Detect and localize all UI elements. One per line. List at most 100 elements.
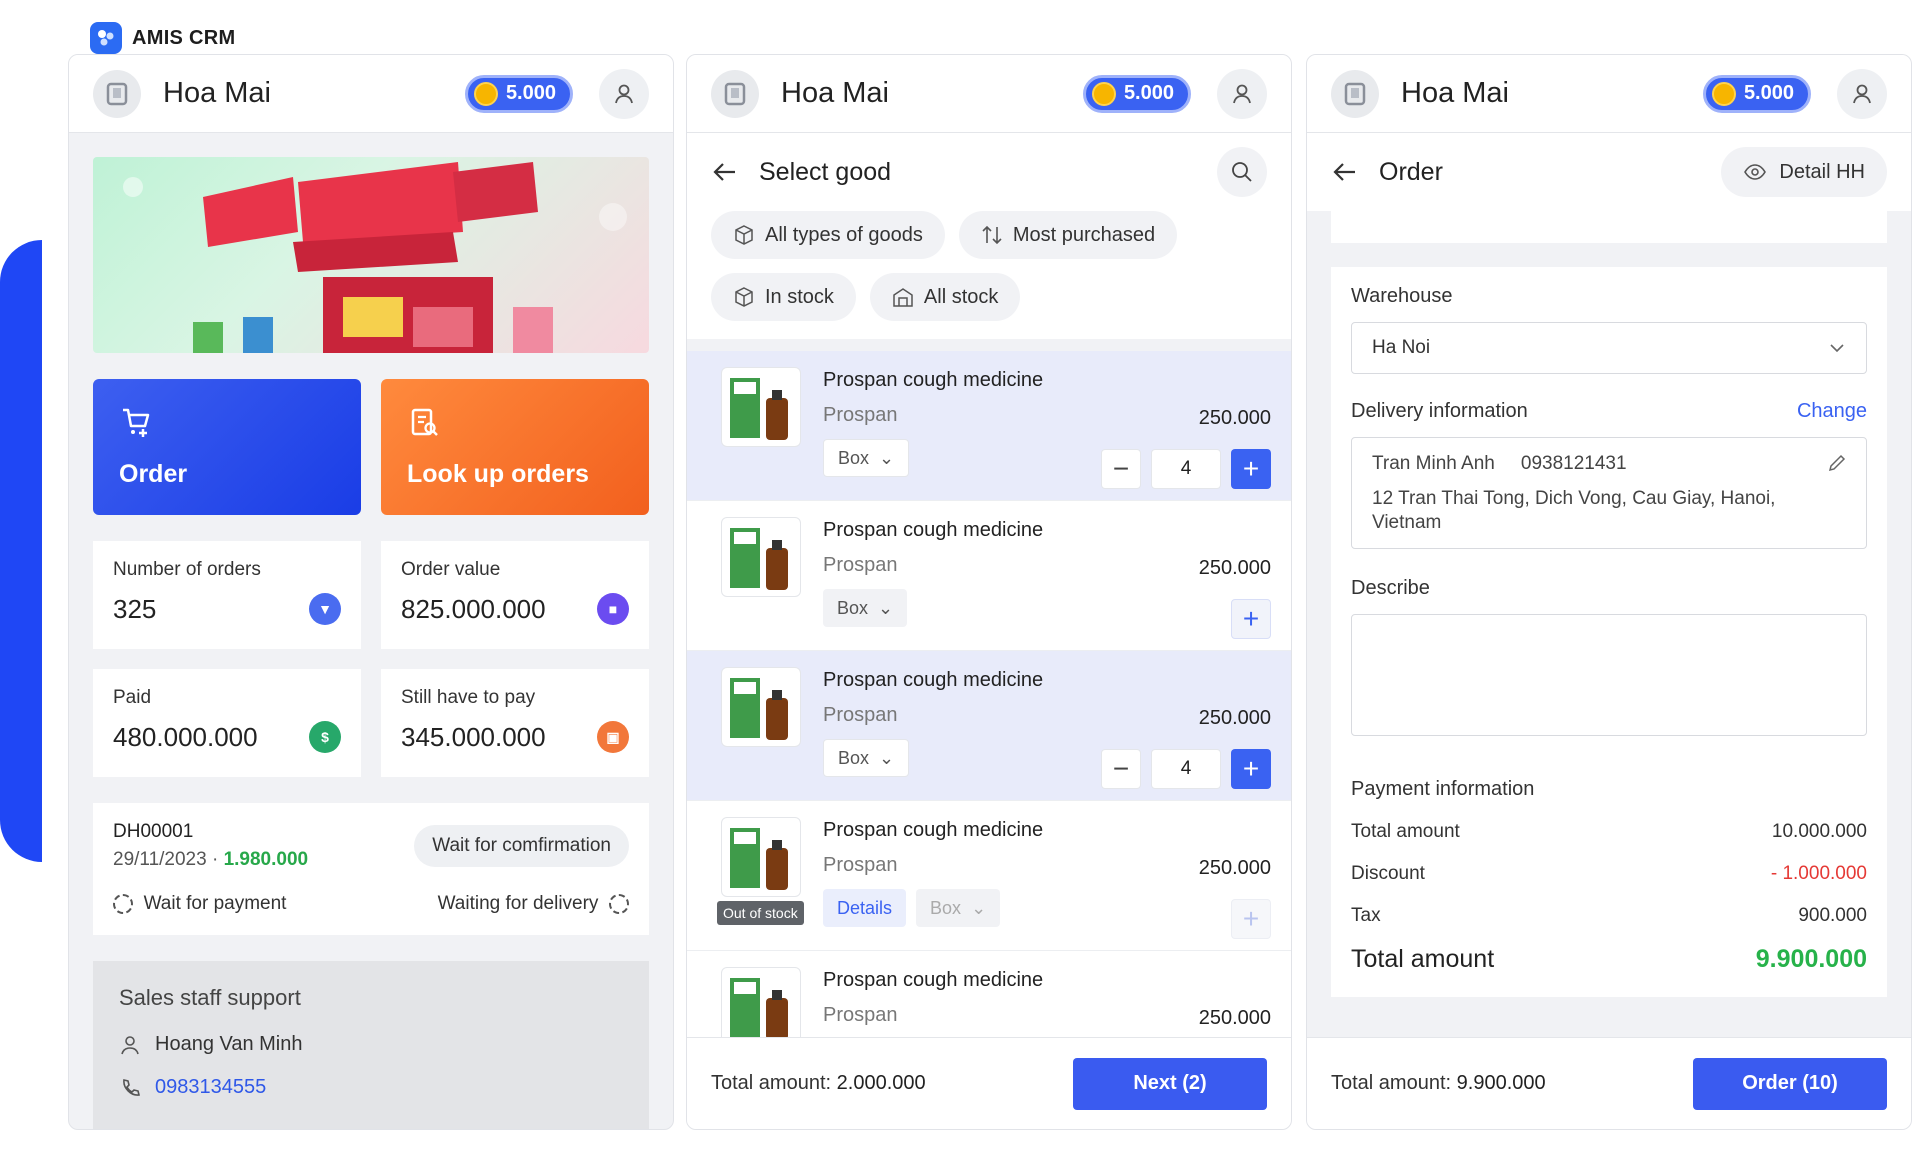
row-label: Total amount — [1351, 821, 1460, 842]
user-profile-button[interactable] — [599, 68, 649, 119]
filter-label: Most purchased — [1012, 223, 1156, 246]
delivery-label: Delivery information — [1351, 400, 1528, 422]
product-price: 250.000 — [1198, 1007, 1271, 1029]
coin-balance: 5.000 — [1123, 82, 1174, 104]
dollar-icon: $ — [309, 721, 341, 753]
chevron-down-icon: ▼ — [309, 593, 341, 625]
back-arrow-icon[interactable] — [1331, 158, 1359, 186]
select-good-footer: Total amount: 2.000.000 Next (2) — [687, 1037, 1291, 1129]
filter-stock-status[interactable]: In stock — [711, 273, 856, 321]
payment-status-icon — [113, 893, 133, 914]
delivery-address: 12 Tran Thai Tong, Dich Vong, Cau Giay, … — [1372, 487, 1776, 534]
coin-balance-badge[interactable]: 5.000 — [1702, 74, 1811, 113]
coin-icon — [1091, 81, 1116, 106]
row-value: 10.000.000 — [1771, 821, 1867, 842]
amis-logo-icon — [90, 22, 122, 54]
increase-button[interactable]: + — [1231, 749, 1271, 789]
stat-number-of-orders[interactable]: Number of orders 325 ▼ — [93, 541, 361, 649]
unit-label: Box — [930, 897, 962, 918]
stat-still-have-to-pay[interactable]: Still have to pay 345.000.000 ▣ — [381, 669, 649, 777]
quantity-input[interactable]: 4 — [1151, 449, 1221, 489]
warehouse-label: Warehouse — [1351, 285, 1453, 307]
shop-name: Hoa Mai — [163, 77, 271, 109]
product-list: Prospan cough medicine Prospan 250.000 B… — [687, 351, 1291, 1101]
user-profile-button[interactable] — [1837, 68, 1887, 119]
user-profile-button[interactable] — [1217, 68, 1267, 119]
product-item[interactable]: Prospan cough medicine Prospan 250.000 B… — [687, 651, 1291, 801]
stats-grid: Number of orders 325 ▼ Order value 825.00… — [93, 541, 649, 777]
coin-icon — [1711, 81, 1736, 106]
delivery-address-box[interactable]: Tran Minh Anh 0938121431 12 Tran Thai Ton… — [1351, 437, 1867, 549]
look-up-orders-tile[interactable]: Look up orders — [381, 379, 649, 515]
detail-hh-button[interactable]: Detail HH — [1721, 147, 1887, 197]
coin-balance-badge[interactable]: 5.000 — [1082, 74, 1191, 113]
decrease-button[interactable]: − — [1101, 449, 1141, 489]
order-form: Warehouse Ha Noi Delivery information Ch… — [1331, 267, 1887, 997]
unit-select[interactable]: Box ⌄ — [823, 439, 910, 477]
chevron-down-icon: ⌄ — [879, 447, 895, 468]
quantity-stepper: − 4 + — [1101, 449, 1271, 489]
product-image — [721, 517, 801, 597]
search-button[interactable] — [1217, 147, 1267, 197]
change-delivery-link[interactable]: Change — [1797, 400, 1867, 423]
recipient-phone: 0938121431 — [1520, 453, 1627, 474]
page-title: Order — [1379, 157, 1443, 186]
filter-warehouse[interactable]: All stock — [869, 273, 1021, 321]
support-title: Sales staff support — [119, 985, 301, 1010]
stat-order-value[interactable]: Order value 825.000.000 ■ — [381, 541, 649, 649]
user-icon — [1853, 84, 1871, 103]
coin-icon — [473, 81, 498, 106]
place-order-button[interactable]: Order (10) — [1693, 1057, 1887, 1110]
product-item[interactable]: Prospan cough medicine Prospan 250.000 B… — [687, 351, 1291, 501]
divider-strip — [1331, 211, 1887, 243]
support-phone-link[interactable]: 0983134555 — [155, 1076, 266, 1099]
details-button[interactable]: Details — [823, 889, 907, 927]
add-button[interactable]: + — [1231, 599, 1271, 639]
promo-banner[interactable] — [93, 157, 649, 353]
chevron-down-icon: ⌄ — [879, 747, 895, 768]
back-arrow-icon[interactable] — [711, 158, 739, 186]
product-image — [721, 667, 801, 747]
grand-total-row: Total amount 9.900.000 — [1351, 945, 1867, 974]
unit-label: Box — [838, 747, 870, 768]
product-price: 250.000 — [1198, 857, 1271, 879]
total-label: Total amount: — [1331, 1072, 1452, 1094]
recent-order-card[interactable]: DH00001 29/11/2023 · 1.980.000 Wait for … — [93, 803, 649, 935]
row-label: Tax — [1351, 905, 1381, 926]
cart-add-icon — [123, 408, 150, 437]
app-header: Hoa Mai 5.000 — [687, 55, 1291, 133]
increase-button[interactable]: + — [1231, 449, 1271, 489]
warehouse-select[interactable]: Ha Noi — [1351, 322, 1867, 374]
total-label: Total amount: — [711, 1072, 832, 1094]
page-title: Select good — [759, 157, 892, 186]
app-header: Hoa Mai 5.000 — [69, 55, 673, 133]
order-tile[interactable]: Order — [93, 379, 361, 515]
pencil-icon[interactable] — [1826, 452, 1848, 474]
order-footer: Total amount: 9.900.000 Order (10) — [1307, 1037, 1911, 1129]
promo-banner-image — [123, 162, 627, 353]
filter-sort[interactable]: Most purchased — [958, 211, 1178, 259]
chevron-down-icon: ⌄ — [971, 897, 987, 918]
next-button[interactable]: Next (2) — [1073, 1057, 1267, 1110]
order-status-badge: Wait for comfirmation — [414, 825, 629, 867]
delivery-status-icon — [609, 893, 629, 914]
stat-paid[interactable]: Paid 480.000.000 $ — [93, 669, 361, 777]
unit-select[interactable]: Box ⌄ — [823, 589, 908, 627]
unit-select[interactable]: Box ⌄ — [823, 739, 910, 777]
quantity-input[interactable]: 4 — [1151, 749, 1221, 789]
product-item[interactable]: Prospan cough medicine Prospan 250.000 B… — [687, 501, 1291, 651]
product-item-out-of-stock[interactable]: Out of stock Prospan cough medicine Pros… — [687, 801, 1291, 951]
order-date: 29/11/2023 — [113, 849, 207, 870]
product-image — [721, 367, 801, 447]
decrease-button[interactable]: − — [1101, 749, 1141, 789]
filter-goods-type[interactable]: All types of goods — [711, 211, 945, 259]
store-icon — [711, 69, 759, 118]
grand-total-label: Total amount — [1351, 945, 1495, 973]
stat-label: Paid — [113, 687, 152, 708]
describe-textarea[interactable] — [1351, 614, 1867, 736]
phone-icon — [123, 1078, 140, 1096]
product-name: Prospan cough medicine — [823, 519, 1044, 541]
coin-balance-badge[interactable]: 5.000 — [464, 74, 573, 113]
support-staff-name: Hoang Van Minh — [155, 1033, 303, 1055]
row-label: Discount — [1351, 863, 1425, 884]
